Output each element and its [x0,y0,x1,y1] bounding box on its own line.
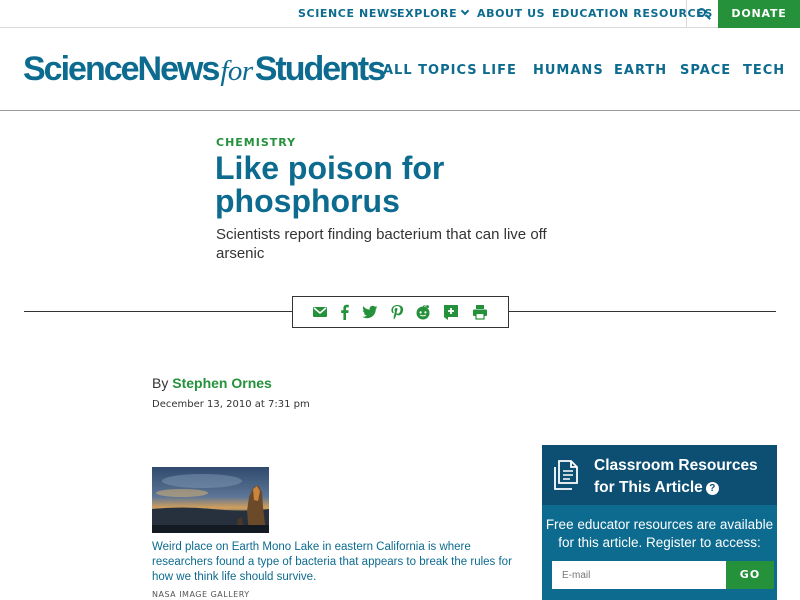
email-icon[interactable] [312,304,328,320]
author-link[interactable]: Stephen Ornes [172,375,272,391]
share-bar [292,296,509,328]
classroom-resources-text: Free educator resources are available fo… [545,517,774,550]
explore-menu[interactable]: EXPLORE [397,6,470,20]
classroom-resources-title: Classroom Resources for This Article? [594,455,774,499]
nav-humans[interactable]: HUMANS [533,63,604,78]
about-us-link[interactable]: ABOUT US [477,7,545,20]
divider-right [509,311,776,312]
reddit-icon[interactable] [415,304,431,320]
classroom-resources-header: Classroom Resources for This Article? [542,445,777,505]
site-header: ScienceNewsforStudents ALL TOPICS LIFE H… [0,28,800,111]
nav-life[interactable]: LIFE [482,63,517,78]
logo-for: for [220,55,253,87]
help-icon[interactable]: ? [705,482,719,495]
search-icon-handle [705,14,711,20]
mono-lake-photo [152,467,269,533]
search-button[interactable] [686,0,718,28]
site-logo[interactable]: ScienceNewsforStudents [23,50,386,89]
article-category[interactable]: CHEMISTRY [216,136,296,149]
logo-science-news: ScienceNews [23,50,220,88]
article-dek: Scientists report finding bacterium that… [216,226,547,262]
classroom-title-text: Classroom Resources for This Article [594,457,758,496]
chevron-down-icon [460,6,470,16]
nav-earth[interactable]: EARTH [614,63,667,78]
donate-button[interactable]: DONATE [718,0,800,28]
pinterest-icon[interactable] [389,304,405,320]
byline: By Stephen Ornes [152,375,272,391]
google-classroom-icon[interactable] [443,304,459,320]
document-icon [554,460,578,490]
image-caption: Weird place on Earth Mono Lake in easter… [152,541,512,583]
science-news-link[interactable]: SCIENCE NEWS [298,7,398,20]
twitter-icon[interactable] [362,304,378,320]
facebook-icon[interactable] [337,304,353,320]
email-field[interactable] [552,561,726,589]
image-credit: NASA IMAGE GALLERY [152,590,250,599]
classroom-resources-panel: Classroom Resources for This Article? Fr… [542,445,777,600]
go-button[interactable]: GO [726,561,774,589]
utility-bar: SCIENCE NEWS EXPLORE ABOUT US EDUCATION … [0,0,800,28]
article-headline: Like poison for phosphorus [215,150,445,219]
publish-date: December 13, 2010 at 7:31 pm [152,399,310,410]
nav-all-topics[interactable]: ALL TOPICS [383,63,478,78]
print-icon[interactable] [472,304,488,320]
explore-label: EXPLORE [397,7,458,20]
divider-left [24,311,292,312]
logo-students: Students [254,50,386,88]
byline-prefix: By [152,375,169,391]
article-image[interactable] [152,467,269,533]
nav-tech[interactable]: TECH [743,63,785,78]
nav-space[interactable]: SPACE [680,63,731,78]
